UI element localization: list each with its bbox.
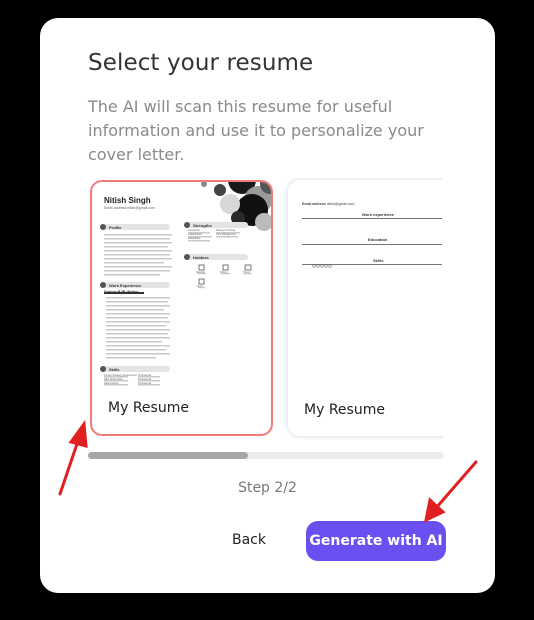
annotation-arrow-left (58, 436, 81, 496)
annotation-arrows (58, 419, 478, 523)
annotation-arrowhead-left (68, 419, 88, 449)
annotation-arrow-right (434, 460, 478, 510)
